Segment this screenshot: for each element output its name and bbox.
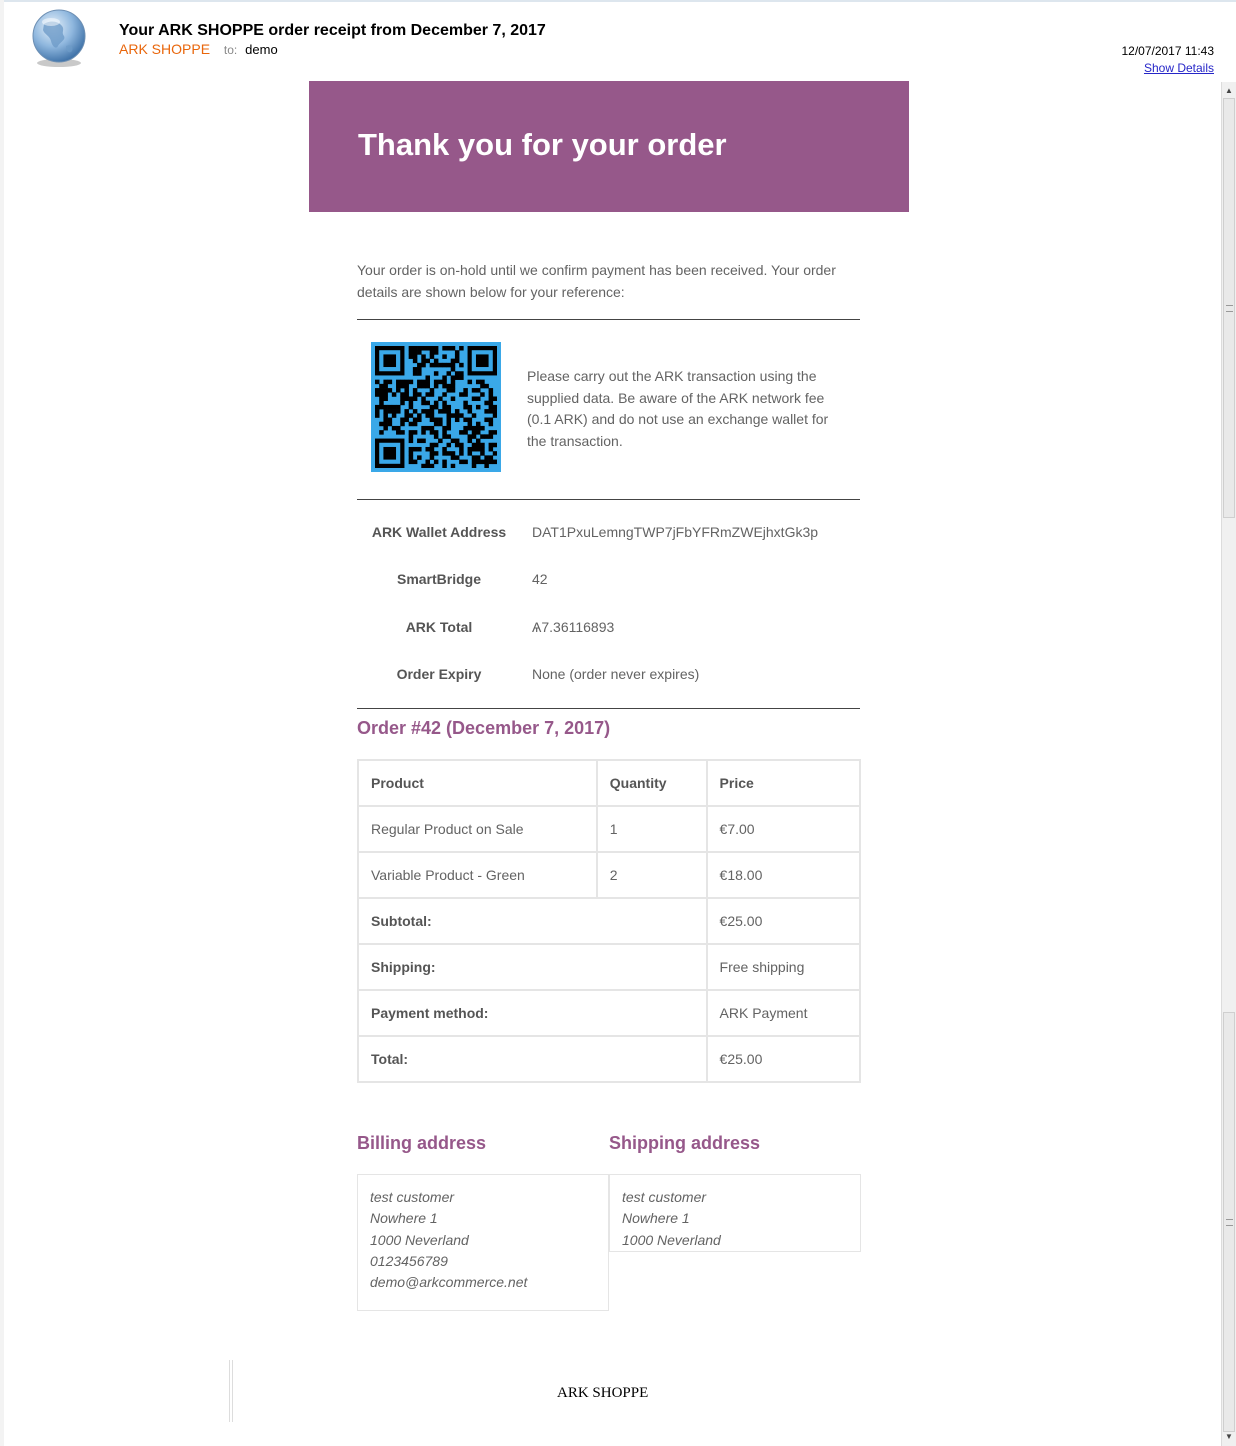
total-label: Total: (357, 1035, 708, 1083)
table-row: Regular Product on Sale 1 €7.00 (357, 805, 862, 853)
recipient-name[interactable]: demo (245, 42, 278, 57)
scroll-up-arrow-icon[interactable]: ▲ (1222, 84, 1236, 98)
order-table: Product Quantity Price Regular Product o… (357, 759, 862, 1083)
billing-line: 1000 Neverland (370, 1231, 469, 1248)
divider (357, 708, 860, 709)
scrollbar-thumb-secondary[interactable] (1223, 1012, 1235, 1432)
order-expiry-label: Order Expiry (396, 666, 482, 682)
order-title: Order #42 (December 7, 2017) (357, 718, 611, 738)
banner-heading: Thank you for your order (358, 127, 727, 162)
subtotal-row: Subtotal: €25.00 (357, 897, 862, 945)
order-banner: Thank you for your order (309, 81, 909, 212)
column-header-price: Price (705, 759, 862, 807)
shipping-line: Nowhere 1 (622, 1210, 690, 1227)
ark-total-value: Ѧ7.36116893 (532, 619, 615, 635)
payment-note: Please carry out the ARK transaction usi… (527, 368, 829, 449)
column-header-product: Product (357, 759, 598, 807)
wallet-address-label: ARK Wallet Address (371, 524, 507, 540)
window-top-border (0, 0, 1236, 2)
scrollbar-thumb[interactable] (1223, 98, 1235, 518)
qr-code (371, 342, 501, 472)
item-quantity: 2 (595, 851, 708, 899)
total-row: Total: €25.00 (357, 1035, 862, 1083)
table-row: Variable Product - Green 2 €18.00 (357, 851, 862, 899)
payment-method-value: ARK Payment (705, 989, 862, 1037)
smartbridge-value: 42 (532, 571, 548, 587)
scrollbar-grip-icon (1226, 305, 1233, 312)
item-product: Variable Product - Green (357, 851, 598, 899)
item-product: Regular Product on Sale (357, 805, 598, 853)
shipping-value: Free shipping (705, 943, 862, 991)
column-header-quantity: Quantity (595, 759, 708, 807)
shipping-address-box: test customer Nowhere 1 1000 Neverland (609, 1174, 861, 1252)
billing-address-box: test customer Nowhere 1 1000 Neverland 0… (357, 1174, 609, 1311)
subtotal-label: Subtotal: (357, 897, 708, 945)
recipient-label: to: (223, 43, 238, 57)
shipping-label: Shipping: (357, 943, 708, 991)
divider (357, 319, 860, 320)
scrollbar-grip-icon (1226, 1219, 1233, 1226)
item-price: €18.00 (705, 851, 862, 899)
billing-email[interactable]: demo@arkcommerce.net (370, 1272, 596, 1293)
subtotal-value: €25.00 (705, 897, 862, 945)
table-header-row: Product Quantity Price (357, 759, 862, 807)
vertical-scrollbar[interactable]: ▲ ▼ (1221, 82, 1236, 1446)
billing-line: test customer (370, 1189, 455, 1205)
sender-name[interactable]: ARK SHOPPE (119, 41, 210, 57)
billing-phone: 0123456789 (370, 1252, 448, 1269)
footer-divider (229, 1360, 233, 1422)
total-value: €25.00 (705, 1035, 862, 1083)
window-left-border (0, 0, 4, 1446)
order-expiry-value: None (order never expires) (532, 666, 700, 682)
shipping-line: 1000 Neverland (622, 1231, 721, 1248)
qr-code-image (375, 346, 497, 468)
item-price: €7.00 (705, 805, 862, 853)
smartbridge-label: SmartBridge (396, 571, 482, 587)
billing-address-title: Billing address (357, 1133, 487, 1153)
wallet-address-value: DAT1PxuLemngTWP7jFbYFRmZWEjhxtGk3p (532, 524, 819, 540)
email-date: 12/07/2017 11:43 (1121, 44, 1214, 58)
payment-method-row: Payment method: ARK Payment (357, 989, 862, 1037)
divider (357, 499, 860, 500)
billing-line: Nowhere 1 (370, 1210, 438, 1227)
email-subject: Your ARK SHOPPE order receipt from Decem… (119, 22, 546, 39)
ark-total-label: ARK Total (405, 619, 473, 635)
scroll-down-arrow-icon[interactable]: ▼ (1222, 1430, 1236, 1444)
payment-method-label: Payment method: (357, 989, 708, 1037)
item-quantity: 1 (595, 805, 708, 853)
sender-row: ARK SHOPPE to: demo (119, 41, 278, 57)
intro-text: Your order is on-hold until we confirm p… (357, 262, 836, 300)
globe-icon (30, 8, 88, 68)
footer-store-name: ARK SHOPPE (557, 1385, 649, 1401)
shipping-row: Shipping: Free shipping (357, 943, 862, 991)
show-details-link[interactable]: Show Details (1144, 61, 1214, 75)
shipping-address-title: Shipping address (609, 1133, 761, 1153)
shipping-line: test customer (622, 1189, 707, 1205)
